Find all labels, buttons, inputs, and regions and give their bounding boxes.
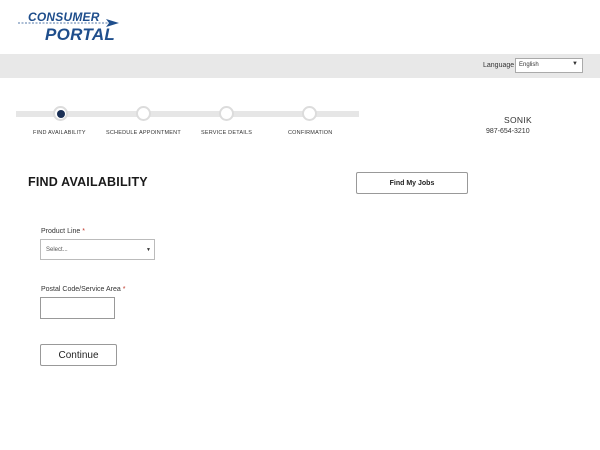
- chevron-down-icon: ▼: [572, 61, 578, 67]
- postal-code-input[interactable]: [40, 297, 115, 319]
- page-title: FIND AVAILABILITY: [28, 175, 148, 189]
- language-label: Language: [483, 62, 515, 69]
- header: CONSUMER PORTAL: [0, 0, 600, 54]
- product-line-label: Product Line *: [41, 228, 85, 235]
- user-phone: 987-654-3210: [486, 128, 530, 135]
- logo-text-portal: PORTAL: [45, 25, 116, 44]
- logo-text-consumer: CONSUMER: [28, 10, 100, 24]
- language-select[interactable]: English ▼: [515, 58, 583, 73]
- step-label-confirmation: CONFIRMATION: [288, 130, 333, 136]
- required-marker: *: [82, 228, 85, 235]
- step-1-indicator: [53, 106, 68, 121]
- required-marker: *: [122, 286, 126, 293]
- chevron-down-icon: ▼: [146, 247, 151, 253]
- continue-button[interactable]: Continue: [40, 344, 117, 366]
- product-line-label-text: Product Line: [41, 228, 81, 235]
- step-2-indicator: [136, 106, 151, 121]
- find-my-jobs-button[interactable]: Find My Jobs: [356, 172, 468, 194]
- product-line-select[interactable]: Select... ▼: [40, 239, 155, 260]
- postal-code-label: Postal Code/Service Area *: [41, 286, 125, 293]
- product-line-selected-value: Select...: [46, 247, 68, 253]
- step-label-service-details: SERVICE DETAILS: [201, 130, 253, 136]
- step-4-indicator: [302, 106, 317, 121]
- step-3-indicator: [219, 106, 234, 121]
- consumer-portal-logo[interactable]: CONSUMER PORTAL: [18, 10, 128, 46]
- user-name: SONIK: [504, 115, 532, 125]
- step-label-schedule-appointment: SCHEDULE APPOINTMENT: [106, 130, 181, 136]
- step-label-find-availability: FIND AVAILABILITY: [33, 130, 86, 136]
- postal-code-label-text: Postal Code/Service Area: [41, 286, 121, 293]
- language-selected-value: English: [519, 62, 539, 68]
